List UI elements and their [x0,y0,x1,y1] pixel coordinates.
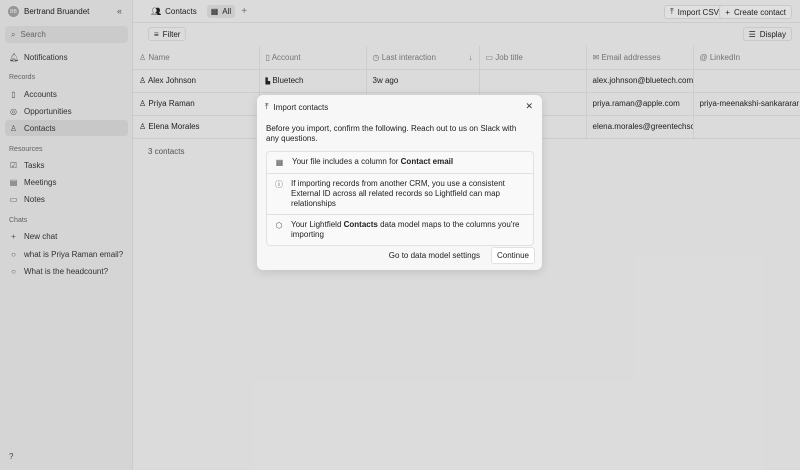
table-icon: ▦ [275,158,284,167]
upload-icon: ⤒ [265,102,269,111]
bold-text: Contacts [343,220,378,229]
dialog-description: Before you import, confirm the following… [266,124,517,143]
item-text: Your file includes a column for Contact … [292,157,453,167]
close-icon[interactable]: ✕ [525,101,533,112]
data-model-settings-button[interactable]: Go to data model settings [384,248,485,263]
bold-text: Contact email [400,157,454,166]
checklist: ▦ Your file includes a column for Contact… [266,151,534,246]
cube-icon: ⬡ [275,221,283,230]
item-text: If importing records from another CRM, y… [291,179,505,208]
checklist-item: ⓘ If importing records from another CRM, … [267,174,533,215]
import-contacts-dialog: ⤒ Import contacts ✕ Before you import, co… [257,95,542,270]
item-text: Your Lightfield Contacts data model maps… [291,220,525,240]
info-icon: ⓘ [275,180,283,189]
dialog-title: Import contacts [273,102,329,112]
text: Your file includes a column for [292,157,401,166]
text: Your Lightfield [290,220,344,229]
checklist-item: ⬡ Your Lightfield Contacts data model map… [267,215,533,245]
continue-button[interactable]: Continue [490,247,535,264]
checklist-item: ▦ Your file includes a column for Contact… [267,152,533,174]
